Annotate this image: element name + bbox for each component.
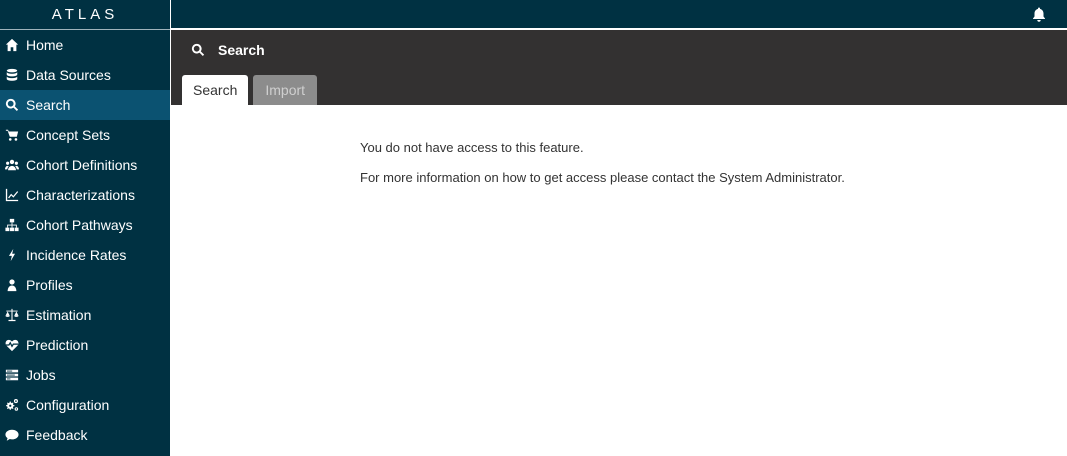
top-bar [170, 0, 1067, 29]
sidebar-item-data-sources[interactable]: Data Sources [0, 60, 170, 90]
sidebar-item-label: Estimation [26, 307, 92, 323]
sidebar-item-label: Configuration [26, 397, 110, 413]
page-title-text: Search [218, 42, 265, 58]
sidebar-item-incidence-rates[interactable]: Incidence Rates [0, 240, 170, 270]
sidebar-item-label: Jobs [26, 367, 56, 383]
sidebar-item-characterizations[interactable]: Characterizations [0, 180, 170, 210]
sidebar-item-configuration[interactable]: Configuration [0, 390, 170, 420]
sidebar-item-label: Prediction [26, 337, 89, 353]
tab-search[interactable]: Search [182, 75, 249, 105]
page-header: Search Search Import [171, 30, 1067, 105]
sidebar-item-profiles[interactable]: Profiles [0, 270, 170, 300]
sidebar-item-cohort-pathways[interactable]: Cohort Pathways [0, 210, 170, 240]
sidebar-item-feedback[interactable]: Feedback [0, 420, 170, 450]
sidebar-item-label: Incidence Rates [26, 247, 127, 263]
sidebar-item-label: Profiles [26, 277, 73, 293]
sidebar-item-label: Search [26, 97, 71, 113]
sidebar-item-jobs[interactable]: Jobs [0, 360, 170, 390]
search-icon [191, 43, 205, 56]
no-access-text: You do not have access to this feature. [360, 140, 584, 155]
tab-import[interactable]: Import [253, 75, 318, 105]
cogs-icon [3, 397, 21, 413]
sidebar-item-label: Cohort Definitions [26, 157, 138, 173]
sitemap-icon [3, 217, 21, 233]
home-icon [3, 37, 21, 53]
page-title: Search [191, 42, 265, 58]
app-brand[interactable]: ATLAS [0, 0, 170, 30]
sidebar-item-home[interactable]: Home [0, 30, 170, 60]
sidebar-item-cohort-definitions[interactable]: Cohort Definitions [0, 150, 170, 180]
tasks-icon [3, 367, 21, 383]
heartbeat-icon [3, 337, 21, 353]
users-icon [3, 157, 21, 173]
database-icon [3, 67, 21, 83]
bell-icon[interactable] [1031, 6, 1047, 22]
balance-scale-icon [3, 307, 21, 323]
sidebar-item-concept-sets[interactable]: Concept Sets [0, 120, 170, 150]
sidebar-item-prediction[interactable]: Prediction [0, 330, 170, 360]
bolt-icon [3, 247, 21, 263]
sidebar-item-label: Feedback [26, 427, 88, 443]
sidebar-item-label: Characterizations [26, 187, 135, 203]
sidebar: ATLAS Home Data Sources Search Concept S… [0, 0, 170, 456]
sidebar-item-label: Cohort Pathways [26, 217, 133, 233]
contact-admin-text: For more information on how to get acces… [360, 170, 845, 185]
sidebar-nav: Home Data Sources Search Concept Sets Co… [0, 30, 170, 450]
sidebar-item-label: Data Sources [26, 67, 111, 83]
user-icon [3, 277, 21, 293]
sidebar-item-search[interactable]: Search [0, 90, 170, 120]
shopping-cart-icon [3, 127, 21, 143]
sidebar-item-label: Home [26, 37, 64, 53]
search-icon [3, 97, 21, 113]
sidebar-item-estimation[interactable]: Estimation [0, 300, 170, 330]
tab-bar: Search Import [182, 75, 322, 105]
comment-icon [3, 427, 21, 443]
sidebar-item-label: Concept Sets [26, 127, 111, 143]
line-chart-icon [3, 187, 21, 203]
access-message: You do not have access to this feature. … [360, 140, 845, 200]
